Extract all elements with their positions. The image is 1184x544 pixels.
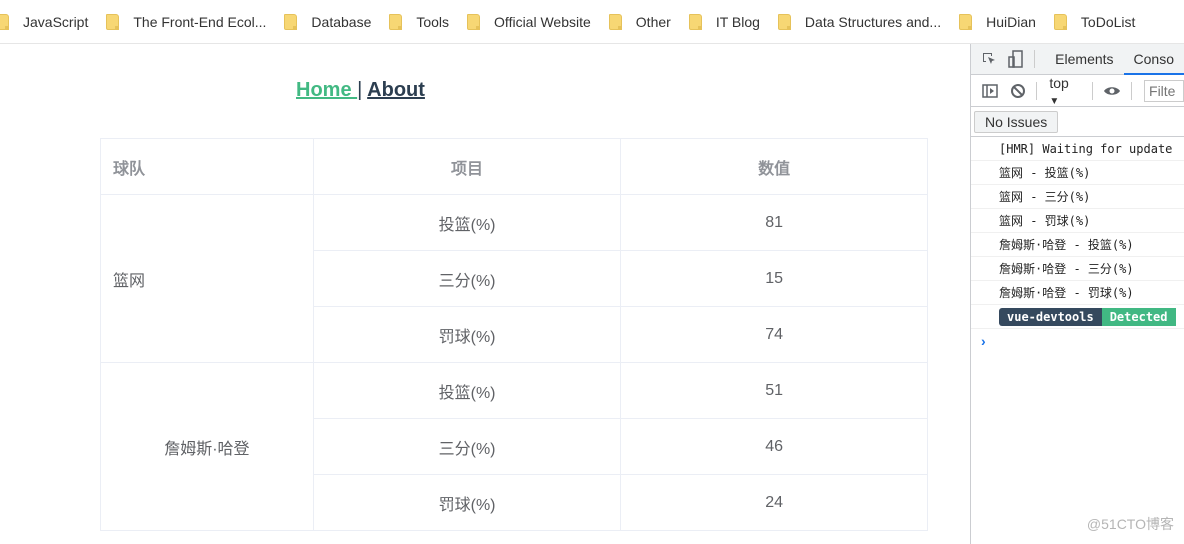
table-row: 詹姆斯·哈登 投篮(%) 51 (100, 362, 928, 531)
bookmark-label: JavaScript (23, 13, 89, 30)
folder-icon (0, 13, 9, 30)
divider (1036, 81, 1038, 100)
watermark: @51CTO博客 (1086, 516, 1174, 532)
bookmark-front-end-ecology[interactable]: The Front-End Ecol... (106, 8, 274, 36)
bookmark-label: ToDoList (1080, 13, 1136, 30)
console-message: [HMR] Waiting for update (971, 137, 1184, 161)
bookmark-it-blog[interactable]: IT Blog (688, 8, 768, 36)
folder-icon (959, 13, 973, 30)
bookmark-label: Other (635, 13, 671, 30)
tab-elements[interactable]: Elements (1045, 44, 1123, 75)
console-toolbar: top ▼ (971, 75, 1184, 107)
console-message: 篮网 - 投篮(%) (971, 161, 1184, 185)
vue-devtools-badge: vue-devtools (999, 307, 1102, 326)
divider (1131, 81, 1133, 100)
console-message: 詹姆斯·哈登 - 罚球(%) (971, 281, 1184, 305)
bookmark-label: Official Website (494, 13, 591, 30)
issues-button[interactable]: No Issues (974, 110, 1059, 133)
issues-row: No Issues (971, 107, 1184, 137)
bookmark-tools[interactable]: Tools (389, 8, 457, 36)
console-message: 詹姆斯·哈登 - 三分(%) (971, 257, 1184, 281)
folder-icon (777, 13, 791, 30)
bookmark-label: IT Blog (715, 13, 760, 30)
stats-table: 球队 项目 数值 篮网 投篮(%) 81 三分(%) 15 罚球(%) 74 詹… (100, 138, 928, 531)
router-nav: Home | About (296, 79, 425, 102)
team-cell: 詹姆斯·哈登 (100, 362, 314, 531)
console-message: 篮网 - 罚球(%) (971, 209, 1184, 233)
page-content: Home | About 球队 项目 数值 篮网 投篮(%) 81 三分(%) … (0, 45, 970, 544)
bookmark-label: Data Structures and... (804, 13, 942, 30)
devtools-panel: Elements Conso top ▼ No Issues [HMR] Wai… (970, 44, 1184, 544)
bookmark-label: Tools (416, 13, 450, 30)
team-cell: 篮网 (100, 194, 314, 363)
folder-icon (106, 13, 120, 30)
bookmark-data-structures[interactable]: Data Structures and... (777, 8, 949, 36)
detected-badge: Detected (1101, 307, 1176, 326)
folder-icon (467, 13, 481, 30)
value-cell: 15 (620, 250, 928, 307)
folder-icon (284, 13, 298, 30)
table-row: 篮网 投篮(%) 81 (100, 194, 928, 363)
bookmarks-bar: JavaScript The Front-End Ecol... Databas… (0, 0, 1184, 44)
item-cell: 三分(%) (312, 250, 622, 307)
console-message: 詹姆斯·哈登 - 投篮(%) (971, 233, 1184, 257)
item-cell: 投篮(%) (312, 194, 622, 251)
folder-icon (1053, 13, 1067, 30)
bookmark-other[interactable]: Other (608, 8, 679, 36)
item-cell: 投篮(%) (312, 362, 622, 419)
device-toolbar-icon[interactable] (1008, 50, 1025, 68)
dropdown-arrow-icon: ▼ (1049, 95, 1060, 107)
folder-icon (688, 13, 702, 30)
header-item: 项目 (312, 138, 622, 195)
value-cell: 24 (620, 474, 928, 531)
tab-console[interactable]: Conso (1123, 44, 1184, 75)
divider (1092, 81, 1094, 100)
bookmark-javascript[interactable]: JavaScript (0, 8, 96, 36)
context-label: top (1049, 74, 1069, 91)
console-prompt-icon[interactable]: › (971, 329, 1184, 353)
nav-link-home[interactable]: Home (296, 79, 357, 101)
context-selector[interactable]: top ▼ (1049, 75, 1082, 107)
item-cell: 罚球(%) (312, 474, 622, 531)
value-cell: 51 (620, 362, 928, 419)
bookmark-label: The Front-End Ecol... (133, 13, 267, 30)
nav-link-about[interactable]: About (367, 79, 425, 101)
table-header-row: 球队 项目 数值 (100, 138, 928, 195)
bookmark-label: HuiDian (986, 13, 1036, 30)
folder-icon (389, 13, 403, 30)
bookmark-huidian[interactable]: HuiDian (959, 8, 1044, 36)
bookmark-todolist[interactable]: ToDoList (1053, 8, 1143, 36)
live-expression-eye-icon[interactable] (1103, 82, 1121, 100)
item-cell: 罚球(%) (312, 306, 622, 363)
header-team: 球队 (100, 138, 314, 195)
bookmark-label: Database (311, 13, 372, 30)
bookmark-official-website[interactable]: Official Website (467, 8, 599, 36)
devtools-tabbar: Elements Conso (971, 44, 1184, 75)
vue-devtools-message: vue-devtools Detected (971, 305, 1184, 329)
item-cell: 三分(%) (312, 418, 622, 475)
folder-icon (608, 13, 622, 30)
console-message: 篮网 - 三分(%) (971, 185, 1184, 209)
sidebar-toggle-icon[interactable] (981, 82, 999, 100)
divider (1034, 50, 1036, 68)
clear-console-icon[interactable] (1009, 82, 1027, 100)
filter-input[interactable] (1144, 79, 1184, 102)
value-cell: 81 (620, 194, 928, 251)
value-cell: 74 (620, 306, 928, 363)
value-cell: 46 (620, 418, 928, 475)
bookmark-database[interactable]: Database (284, 8, 379, 36)
nav-separator: | (357, 79, 363, 101)
inspect-element-icon[interactable] (981, 50, 998, 68)
header-value: 数值 (620, 138, 928, 195)
